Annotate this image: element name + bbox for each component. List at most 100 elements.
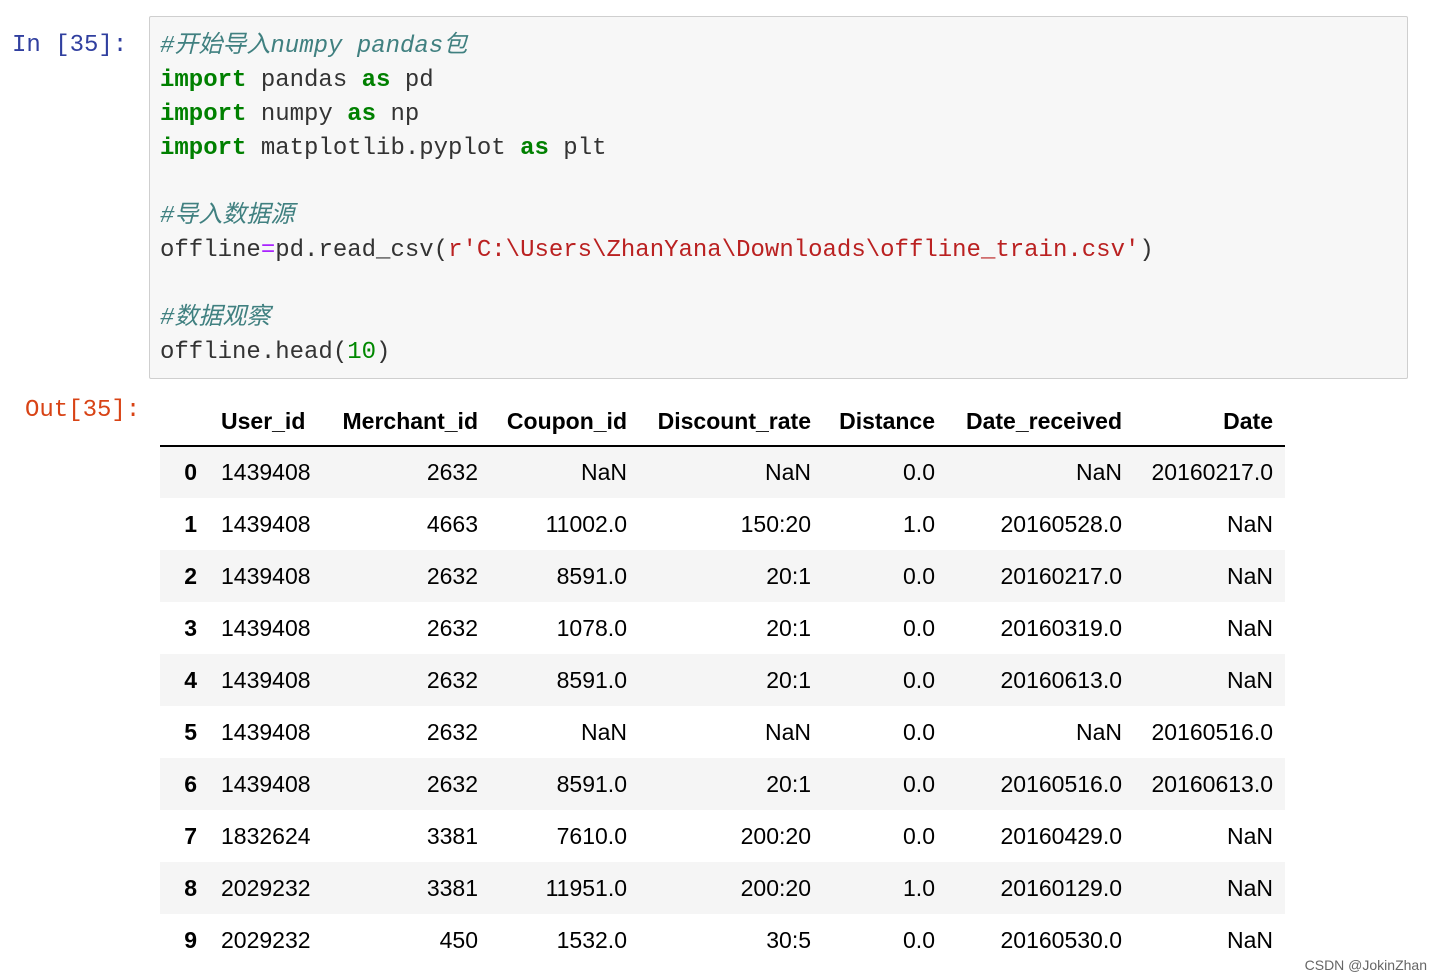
table-cell: 450 xyxy=(439,926,478,953)
table-body: 0 1439408 2632 NaN NaN 0.0 NaN 20160217.0 1 14394… xyxy=(160,446,1285,966)
function-call: pd.read_csv( xyxy=(275,237,449,264)
table-cell: 1532.0 xyxy=(556,926,627,953)
table-cell: 20160129.0 xyxy=(1000,874,1122,901)
table-cell: 20160516.0 xyxy=(1000,770,1122,797)
table-cell: 0.0 xyxy=(903,718,935,745)
table-cell: 0.0 xyxy=(903,770,935,797)
table-cell: 20160613.0 xyxy=(1000,666,1122,693)
code-line-3: import numpy as np xyxy=(160,98,1397,132)
table-cell: 0.0 xyxy=(903,666,935,693)
table-row: 7 1832624 3381 7610.0 200:20 0.0 20160429.0 NaN xyxy=(160,810,1285,862)
close-paren: ) xyxy=(1139,237,1154,264)
table-cell: 0.0 xyxy=(903,562,935,589)
cell-output: User_id Merchant_id Coupon_id Discount_r… xyxy=(160,397,1285,966)
code-line-7: offline=pd.read_csv(r'C:\Users\ZhanYana\… xyxy=(160,234,1397,268)
code-comment: #开始导入numpy pandas包 xyxy=(160,33,468,60)
module-name: numpy xyxy=(246,101,348,128)
keyword-import: import xyxy=(160,67,247,94)
table-cell: 2632 xyxy=(426,718,478,745)
table-cell: 20:1 xyxy=(766,770,811,797)
table-cell: 20:1 xyxy=(766,562,811,589)
code-line-10: offline.head(10) xyxy=(160,336,1397,370)
table-cell: 4663 xyxy=(426,510,478,537)
row-index: 0 xyxy=(184,459,197,485)
table-cell: 2632 xyxy=(426,770,478,797)
table-row: 1 1439408 4663 11002.0 150:20 1.0 20160528.0 Na… xyxy=(160,498,1285,550)
table-row: 8 2029232 3381 11951.0 200:20 1.0 20160129.0 Na… xyxy=(160,862,1285,914)
column-header: Date xyxy=(1134,397,1285,447)
table-cell: NaN xyxy=(1075,718,1122,745)
table-cell: 2632 xyxy=(426,459,478,485)
row-index: 7 xyxy=(184,822,197,849)
table-cell: 1439408 xyxy=(221,459,311,485)
table-row: 5 1439408 2632 NaN NaN 0.0 NaN 20160516.0 xyxy=(160,706,1285,758)
table-cell: 8591.0 xyxy=(556,666,627,693)
table-cell: 20:1 xyxy=(766,614,811,641)
table-cell: NaN xyxy=(1226,822,1273,849)
table-cell: 2632 xyxy=(426,562,478,589)
keyword-import: import xyxy=(160,101,247,128)
table-row: 4 1439408 2632 8591.0 20:1 0.0 20160613.0 NaN xyxy=(160,654,1285,706)
table-row: 3 1439408 2632 1078.0 20:1 0.0 20160319.0 NaN xyxy=(160,602,1285,654)
table-cell: NaN xyxy=(1226,562,1273,589)
row-index: 9 xyxy=(184,926,197,953)
table-header-row: User_id Merchant_id Coupon_id Discount_r… xyxy=(160,397,1285,447)
table-cell: 20160429.0 xyxy=(1000,822,1122,849)
module-name: matplotlib.pyplot xyxy=(246,135,521,162)
column-header: Discount_rate xyxy=(639,397,823,447)
table-cell: 200:20 xyxy=(740,874,811,901)
table-cell: 1439408 xyxy=(221,770,311,797)
table-cell: 2029232 xyxy=(221,926,311,953)
table-cell: 20160516.0 xyxy=(1151,718,1273,745)
string-literal: r'C:\Users\ZhanYana\Downloads\offline_tr… xyxy=(448,237,1140,264)
table-cell: 3381 xyxy=(426,822,478,849)
table-cell: 20160613.0 xyxy=(1151,770,1273,797)
table-cell: NaN xyxy=(1226,874,1273,901)
table-cell: NaN xyxy=(580,459,627,485)
table-cell: NaN xyxy=(580,718,627,745)
table-cell: 2029232 xyxy=(221,874,311,901)
column-header: Merchant_id xyxy=(326,397,490,447)
keyword-as: as xyxy=(361,67,391,94)
table-cell: 0.0 xyxy=(903,822,935,849)
table-cell: 3381 xyxy=(426,874,478,901)
table-cell: 20160530.0 xyxy=(1000,926,1122,953)
table-cell: NaN xyxy=(764,718,811,745)
table-cell: 8591.0 xyxy=(556,770,627,797)
table-cell: 150:20 xyxy=(740,510,811,537)
table-cell: 1439408 xyxy=(221,614,311,641)
table-cell: 1832624 xyxy=(221,822,311,849)
table-cell: 30:5 xyxy=(766,926,811,953)
output-prompt: Out[35]: xyxy=(25,397,141,424)
table-cell: NaN xyxy=(1226,926,1273,953)
variable-name: offline xyxy=(160,237,261,264)
table-cell: 2632 xyxy=(426,666,478,693)
table-cell: 1078.0 xyxy=(556,614,627,641)
table-cell: NaN xyxy=(1075,459,1122,485)
code-comment: #导入数据源 xyxy=(160,203,295,230)
keyword-import: import xyxy=(160,135,247,162)
number-literal: 10 xyxy=(347,339,377,366)
table-cell: 20160217.0 xyxy=(1000,562,1122,589)
function-call: offline.head( xyxy=(160,339,348,366)
keyword-as: as xyxy=(520,135,549,162)
table-cell: 20160528.0 xyxy=(1000,510,1122,537)
table-cell: 1439408 xyxy=(221,562,311,589)
table-cell: 1.0 xyxy=(903,510,935,537)
row-index: 5 xyxy=(184,718,197,745)
column-header: User_id xyxy=(209,397,326,447)
dataframe-table: User_id Merchant_id Coupon_id Discount_r… xyxy=(160,397,1285,966)
table-cell: 20160217.0 xyxy=(1151,459,1273,485)
alias-name: plt xyxy=(548,135,607,162)
table-cell: 1439408 xyxy=(221,510,311,537)
row-index: 3 xyxy=(184,614,197,641)
code-comment: #数据观察 xyxy=(160,305,271,332)
assign-operator: = xyxy=(260,237,276,264)
table-row: 2 1439408 2632 8591.0 20:1 0.0 20160217.0 NaN xyxy=(160,550,1285,602)
table-cell: 20160319.0 xyxy=(1000,614,1122,641)
keyword-as: as xyxy=(347,101,377,128)
table-cell: 7610.0 xyxy=(556,822,627,849)
table-cell: NaN xyxy=(764,459,811,485)
code-cell-editor[interactable]: #开始导入numpy pandas包 import pandas as pd i… xyxy=(149,16,1408,379)
